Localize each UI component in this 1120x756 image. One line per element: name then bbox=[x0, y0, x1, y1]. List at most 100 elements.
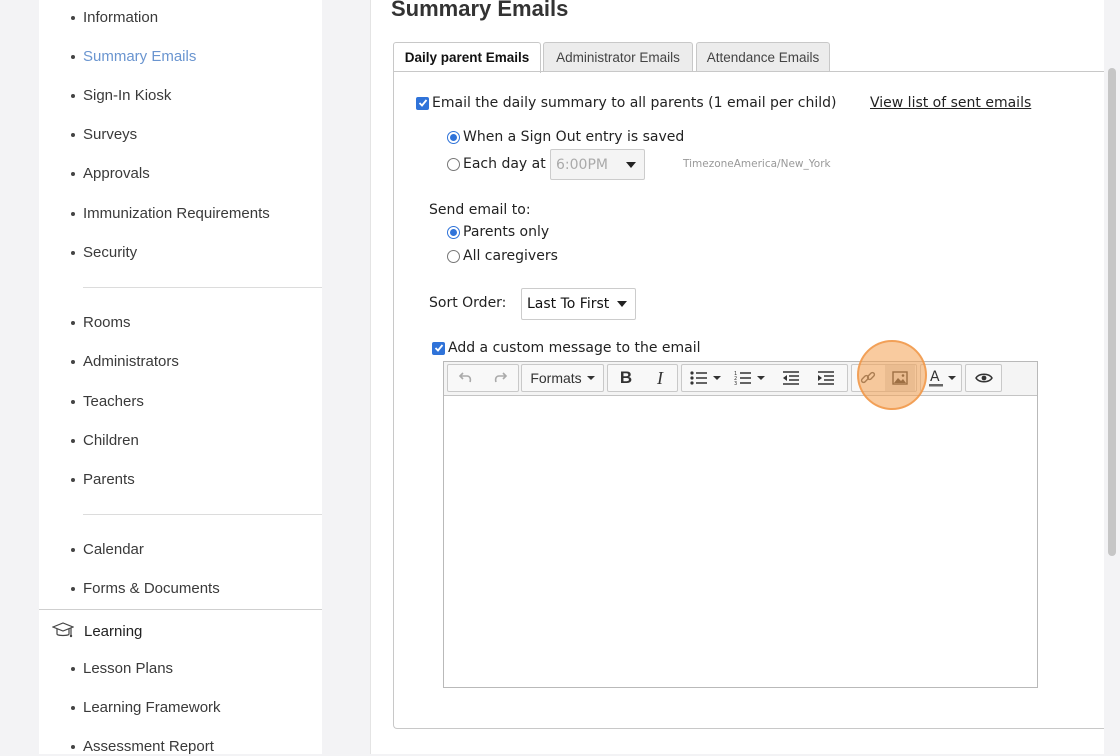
formats-button-content: Formats bbox=[522, 365, 603, 391]
time-select-value: 6:00PM bbox=[556, 156, 608, 173]
daily-summary-checkbox[interactable] bbox=[416, 96, 429, 110]
bold-button[interactable]: B bbox=[610, 365, 642, 391]
insert-link-button[interactable] bbox=[853, 365, 883, 391]
scrollbar-thumb[interactable] bbox=[1108, 68, 1116, 556]
when-signout-row: When a Sign Out entry is saved bbox=[447, 129, 684, 145]
time-select[interactable]: 6:00PM bbox=[550, 149, 645, 180]
sort-order-label: Sort Order: bbox=[429, 295, 507, 311]
send-to-label: Send email to: bbox=[429, 202, 531, 218]
text-color-icon: A bbox=[928, 369, 943, 387]
each-day-radio[interactable] bbox=[447, 157, 460, 171]
sidebar-item-immunization-requirements[interactable]: Immunization Requirements bbox=[71, 205, 270, 223]
indent-icon bbox=[818, 371, 834, 385]
checkmark-icon bbox=[418, 99, 427, 107]
chevron-down-icon bbox=[626, 161, 636, 168]
italic-icon: I bbox=[657, 367, 663, 388]
sidebar-item-teachers[interactable]: Teachers bbox=[71, 393, 144, 411]
parents-only-row: Parents only bbox=[447, 224, 549, 240]
main-content: Summary Emails Daily parent Emails Admin… bbox=[370, 0, 1108, 754]
sidebar-item-learning-framework[interactable]: Learning Framework bbox=[71, 699, 221, 717]
sort-order-value: Last To First bbox=[527, 296, 610, 312]
undo-button[interactable] bbox=[450, 365, 482, 391]
daily-summary-row: Email the daily summary to all parents (… bbox=[416, 95, 836, 111]
editor-toolbar: Formats B I 123 A bbox=[444, 362, 1037, 396]
vertical-scrollbar[interactable] bbox=[1104, 0, 1120, 754]
chevron-down-icon bbox=[586, 376, 595, 380]
checkmark-icon bbox=[434, 344, 443, 352]
sidebar-item-sign-in-kiosk[interactable]: Sign-In Kiosk bbox=[70, 87, 171, 105]
sidebar-divider bbox=[83, 287, 322, 288]
insert-image-button[interactable] bbox=[885, 365, 915, 391]
tab-administrator-emails[interactable]: Administrator Emails bbox=[543, 42, 693, 72]
svg-text:A: A bbox=[930, 369, 940, 385]
sidebar-section-learning[interactable]: Learning bbox=[52, 620, 142, 642]
rich-text-editor: Formats B I 123 A bbox=[443, 361, 1038, 688]
redo-icon bbox=[494, 372, 508, 383]
sidebar-divider bbox=[83, 514, 322, 515]
formats-label: Formats bbox=[530, 370, 582, 386]
text-style-group: B I bbox=[607, 364, 678, 392]
custom-message-row: Add a custom message to the email bbox=[432, 340, 701, 356]
sidebar-item-children[interactable]: Children bbox=[71, 432, 139, 450]
sort-order-select[interactable]: Last To First bbox=[521, 288, 636, 320]
graduation-cap-icon bbox=[52, 622, 74, 638]
bullet-list-icon bbox=[689, 371, 707, 385]
outdent-icon bbox=[783, 371, 799, 385]
when-signout-label: When a Sign Out entry is saved bbox=[463, 129, 685, 145]
tab-daily-parent-emails[interactable]: Daily parent Emails bbox=[393, 42, 541, 73]
each-day-label: Each day at bbox=[463, 156, 546, 172]
all-caregivers-row: All caregivers bbox=[447, 248, 558, 264]
chevron-down-icon bbox=[947, 376, 956, 380]
text-color-button[interactable]: A bbox=[920, 364, 962, 392]
numbered-list-button[interactable]: 123 bbox=[730, 365, 768, 391]
list-indent-group: 123 bbox=[681, 364, 848, 392]
sidebar-item-rooms[interactable]: Rooms bbox=[71, 314, 131, 332]
sidebar-item-summary-emails[interactable]: Summary Emails bbox=[70, 48, 196, 66]
redo-button[interactable] bbox=[484, 365, 516, 391]
custom-message-checkbox[interactable] bbox=[432, 341, 445, 355]
sidebar-item-calendar[interactable]: Calendar bbox=[71, 541, 144, 559]
all-caregivers-radio[interactable] bbox=[447, 249, 460, 263]
link-icon bbox=[860, 371, 876, 384]
sidebar-section-label: Learning bbox=[84, 622, 143, 640]
bullet-list-button[interactable] bbox=[686, 365, 724, 391]
all-caregivers-label: All caregivers bbox=[463, 248, 558, 264]
parents-only-radio[interactable] bbox=[447, 225, 460, 239]
sidebar-item-security[interactable]: Security bbox=[70, 244, 137, 262]
page-title: Summary Emails bbox=[391, 0, 569, 21]
chevron-down-icon bbox=[756, 376, 765, 380]
settings-sidebar: Information Summary Emails Sign-In Kiosk… bbox=[39, 0, 322, 756]
sidebar-item-lesson-plans[interactable]: Lesson Plans bbox=[70, 660, 173, 678]
daily-summary-label: Email the daily summary to all parents (… bbox=[432, 95, 837, 111]
sidebar-item-information[interactable]: Information bbox=[70, 9, 158, 27]
formats-dropdown[interactable]: Formats bbox=[521, 364, 604, 392]
text-color-button-content: A bbox=[923, 365, 961, 391]
sidebar-item-approvals[interactable]: Approvals bbox=[71, 165, 150, 183]
italic-button[interactable]: I bbox=[644, 365, 676, 391]
image-icon bbox=[892, 371, 908, 385]
chevron-down-icon bbox=[617, 301, 627, 307]
sidebar-item-forms-documents[interactable]: Forms & Documents bbox=[71, 580, 220, 598]
sidebar-item-administrators[interactable]: Administrators bbox=[71, 353, 179, 371]
sidebar-section-divider bbox=[39, 609, 322, 610]
preview-button[interactable] bbox=[965, 364, 1002, 392]
custom-message-label: Add a custom message to the email bbox=[448, 340, 701, 356]
editor-content-area[interactable] bbox=[444, 395, 1037, 687]
parents-only-label: Parents only bbox=[463, 224, 550, 240]
sidebar-item-surveys[interactable]: Surveys bbox=[70, 126, 137, 144]
insert-group bbox=[851, 364, 917, 392]
sidebar-item-parents[interactable]: Parents bbox=[71, 471, 135, 489]
bold-icon: B bbox=[619, 368, 633, 387]
outdent-button[interactable] bbox=[775, 365, 807, 391]
svg-text:3: 3 bbox=[734, 381, 737, 386]
when-signout-radio[interactable] bbox=[447, 130, 460, 144]
tab-attendance-emails[interactable]: Attendance Emails bbox=[696, 42, 830, 72]
chevron-down-icon bbox=[712, 376, 721, 380]
each-day-row: Each day at bbox=[447, 156, 546, 172]
preview-button-content bbox=[967, 365, 1000, 391]
sidebar-item-assessment-report[interactable]: Assessment Report bbox=[71, 738, 214, 756]
eye-icon bbox=[974, 373, 993, 383]
indent-button[interactable] bbox=[810, 365, 842, 391]
numbered-list-icon: 123 bbox=[734, 371, 751, 386]
view-sent-emails-link[interactable]: View list of sent emails bbox=[870, 95, 1031, 111]
